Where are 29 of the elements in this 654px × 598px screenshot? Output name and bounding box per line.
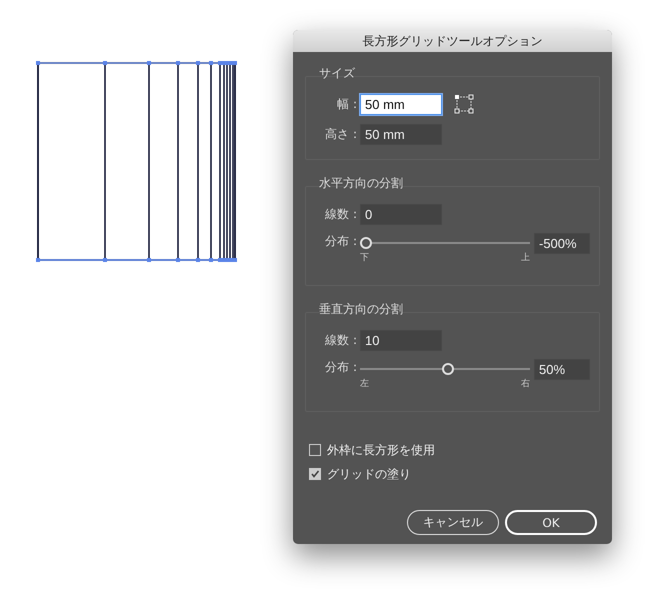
slider-min-label: 左 xyxy=(360,378,369,390)
input-field[interactable]: 0 xyxy=(360,204,442,224)
checkbox-label: グリッドの塗り xyxy=(327,466,411,482)
field-label: 分布 : xyxy=(324,233,358,250)
section-heading: 垂直方向の分割 xyxy=(318,302,404,316)
cancel-button[interactable]: キャンセル xyxy=(407,510,499,535)
slider-thumb[interactable] xyxy=(360,237,372,249)
slider-thumb[interactable] xyxy=(442,363,454,375)
input-field[interactable]: 50 mm xyxy=(360,124,442,144)
slider-min-label: 下 xyxy=(360,252,369,264)
input-field[interactable]: 50% xyxy=(534,359,590,380)
slider-max-label: 上 xyxy=(521,252,530,264)
field-label: 線数 : xyxy=(324,332,358,348)
checkbox-label: 外枠に長方形を使用 xyxy=(327,442,435,458)
field-label: 分布 : xyxy=(324,359,358,376)
checkbox[interactable] xyxy=(309,444,321,456)
input-field[interactable]: -500% xyxy=(534,233,590,254)
dialog-title: 長方形グリッドツールオプション xyxy=(293,30,612,52)
field-label: 高さ : xyxy=(324,126,358,142)
field-label: 幅 : xyxy=(336,96,358,112)
reference-point-icon xyxy=(454,94,474,114)
section-heading: 水平方向の分割 xyxy=(318,176,404,190)
field-label: 線数 : xyxy=(324,206,358,222)
ok-button[interactable]: OK xyxy=(505,510,597,535)
checkbox[interactable] xyxy=(309,468,321,480)
input-field[interactable]: 10 xyxy=(360,330,442,350)
section-heading: サイズ xyxy=(318,66,356,80)
slider-max-label: 右 xyxy=(521,378,530,390)
input-field[interactable]: 50 mm xyxy=(360,94,442,114)
